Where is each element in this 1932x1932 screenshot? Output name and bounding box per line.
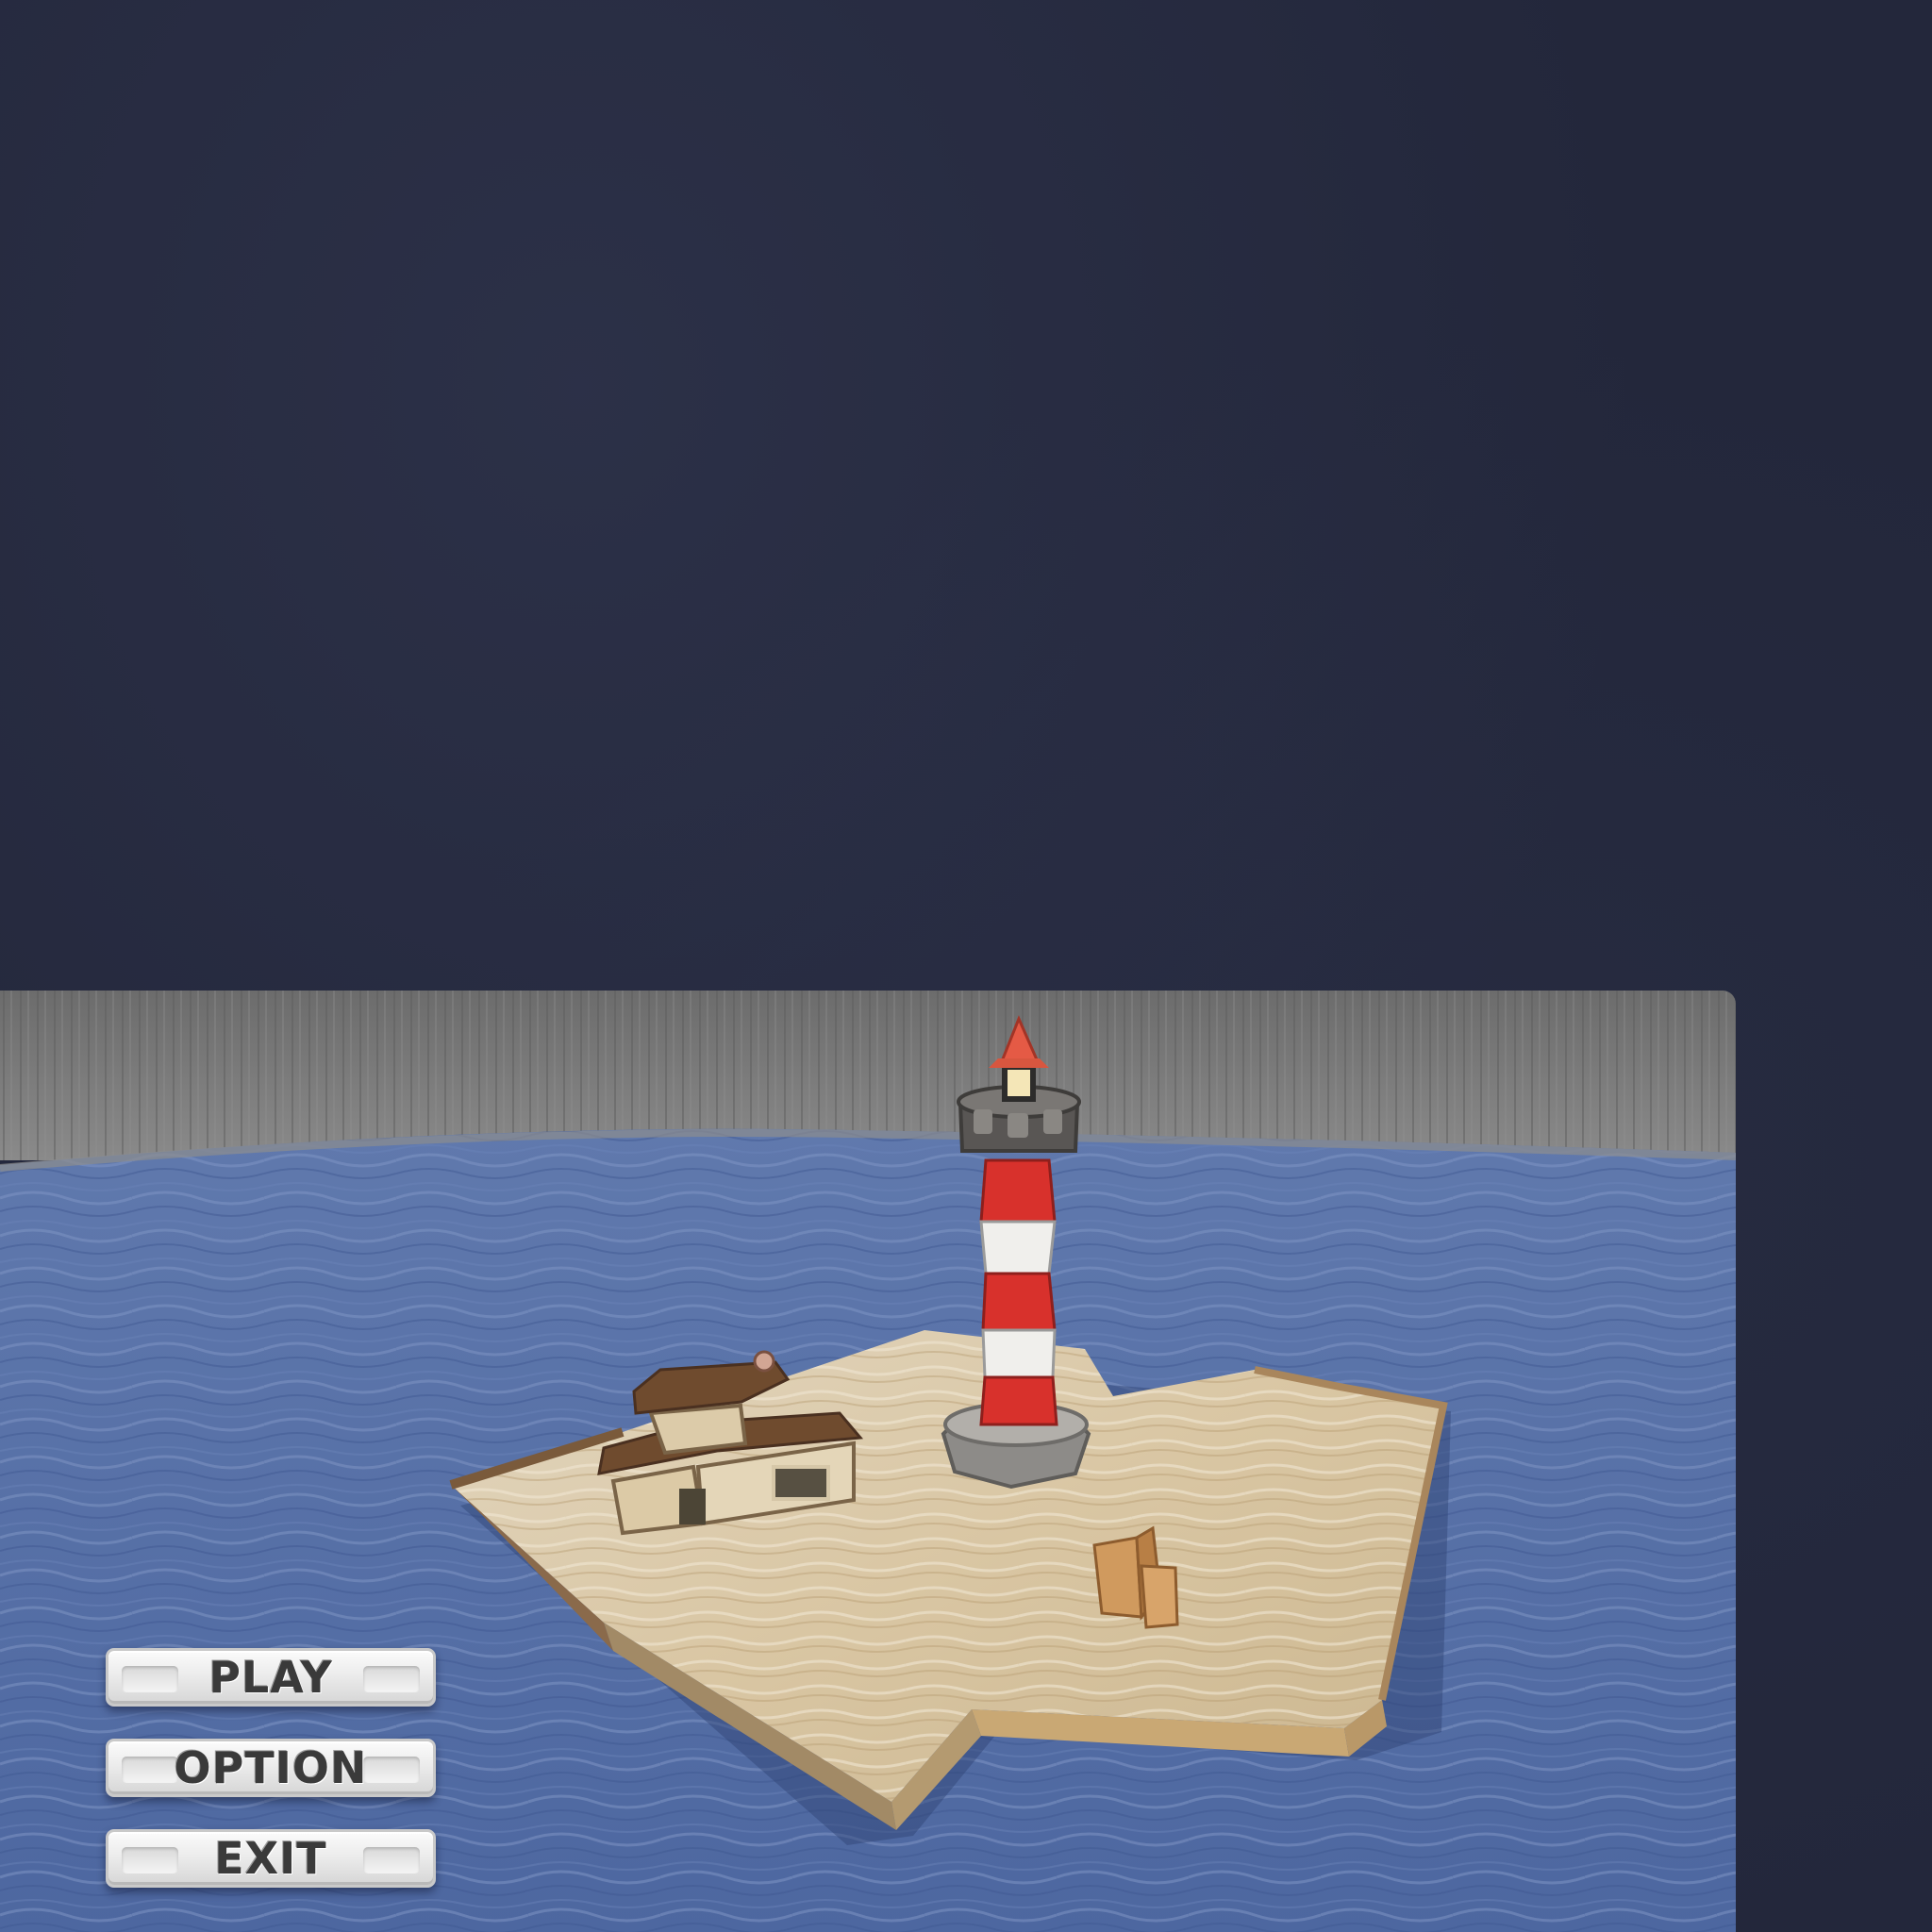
exit-button[interactable]: EXIT [106,1829,436,1888]
play-button-label: PLAY [208,1652,333,1703]
menu-screen: PLAY OPTION EXIT [0,0,1932,1932]
option-button[interactable]: OPTION [106,1739,436,1797]
exit-button-label: EXIT [214,1833,327,1884]
play-button[interactable]: PLAY [106,1648,436,1707]
option-button-label: OPTION [174,1742,368,1793]
